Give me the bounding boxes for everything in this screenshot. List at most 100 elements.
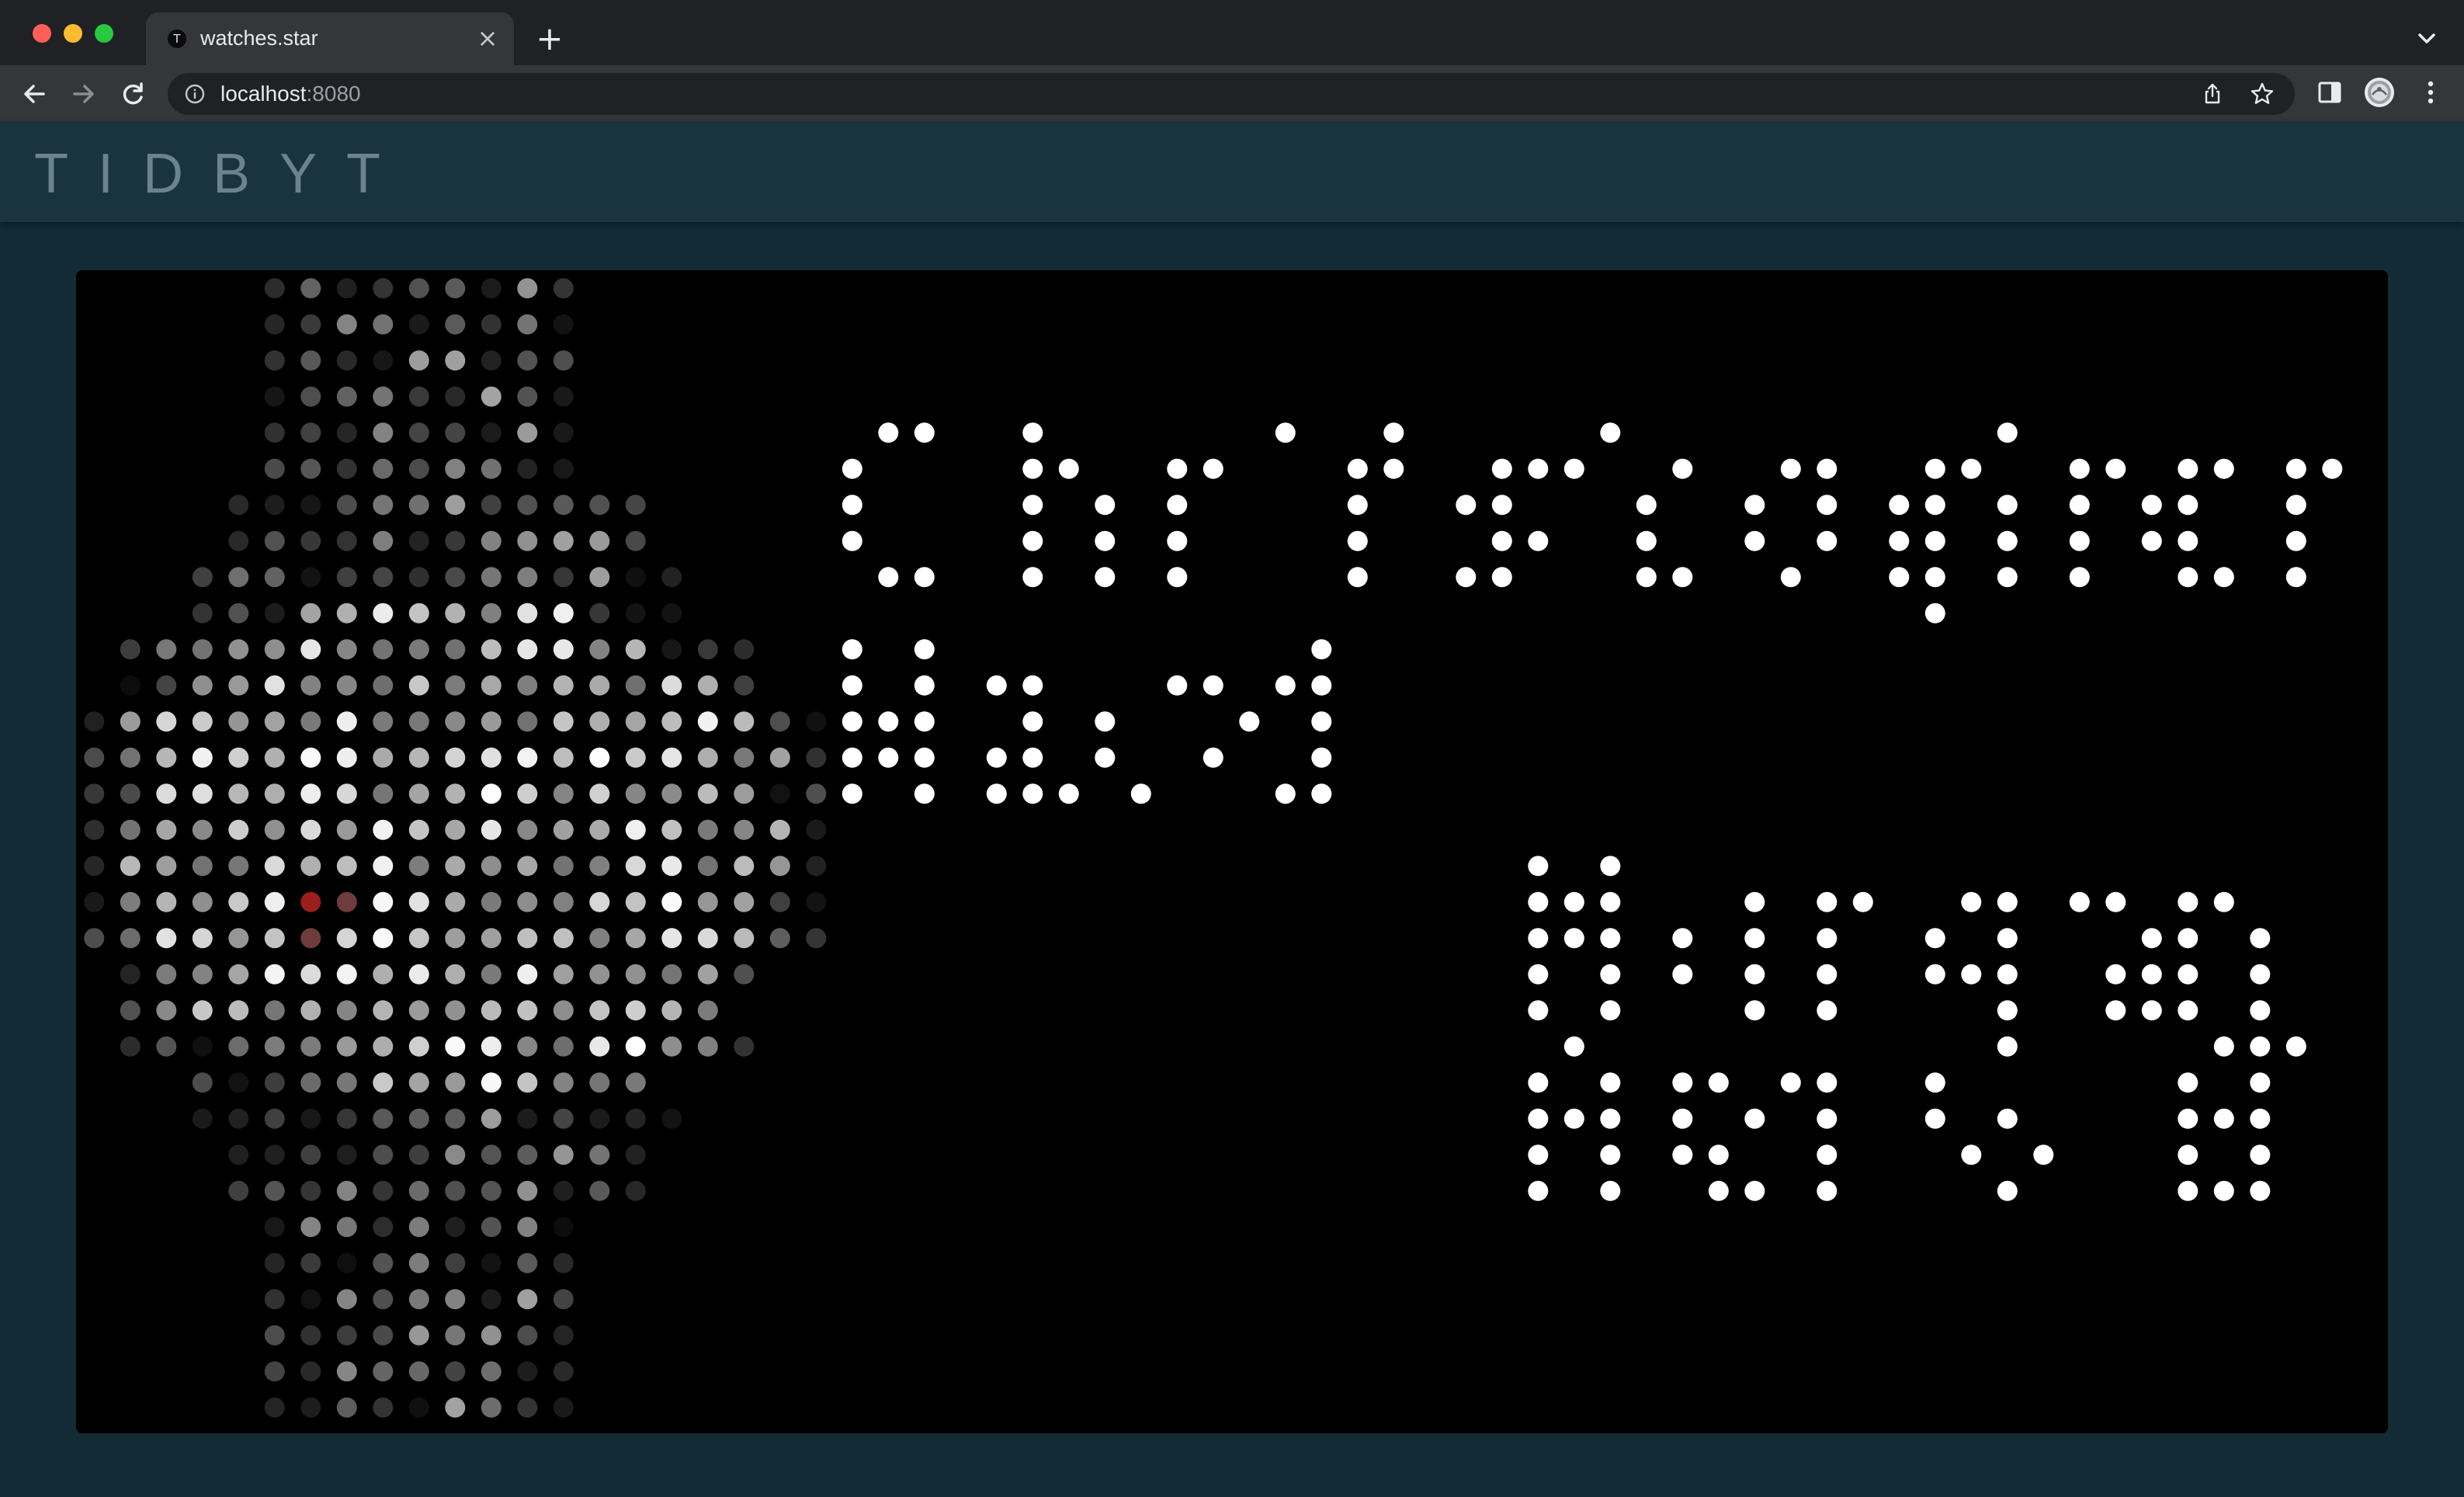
watch-image-pixel — [445, 891, 466, 912]
watch-image-pixel — [517, 964, 538, 985]
watch-image-pixel — [517, 1252, 538, 1273]
watch-image-pixel — [625, 891, 646, 912]
watch-image-pixel — [445, 603, 466, 623]
watch-image-pixel — [228, 1180, 249, 1201]
text-aero-8-pixel — [1708, 1144, 1729, 1165]
watch-image-pixel — [589, 567, 610, 588]
watch-image-pixel — [517, 639, 538, 660]
watch-image-pixel — [517, 350, 538, 371]
watch-image-pixel — [481, 603, 501, 623]
text-aero-8-pixel — [1528, 1180, 1549, 1201]
watch-image-pixel — [445, 278, 466, 299]
watch-image-pixel — [445, 1325, 466, 1346]
watch-image-pixel — [553, 567, 574, 588]
watch-image-pixel — [589, 1036, 610, 1057]
zoom-window-button[interactable] — [95, 24, 113, 43]
text-aero-8-pixel — [1744, 1180, 1765, 1201]
watch-image-pixel — [445, 1361, 466, 1382]
text-ward-pixel — [914, 639, 935, 660]
text-morgan-pixel — [1600, 964, 1621, 985]
watch-image-pixel — [625, 1180, 646, 1201]
watch-image-pixel — [264, 1217, 285, 1238]
led-matrix — [84, 278, 2343, 1418]
profile-avatar-icon[interactable] — [2362, 75, 2397, 110]
text-morgan-pixel — [1961, 891, 1982, 912]
watch-image-pixel — [300, 1036, 321, 1057]
watch-image-pixel — [336, 458, 357, 479]
minimize-window-button[interactable] — [64, 24, 82, 43]
text-aero-8-pixel — [1672, 1108, 1693, 1129]
text-ward-pixel — [842, 711, 862, 732]
text-morgan-pixel — [1672, 964, 1693, 985]
watch-image-pixel — [156, 639, 177, 660]
side-panel-icon[interactable] — [2312, 75, 2348, 110]
watch-image-pixel — [517, 1072, 538, 1093]
watch-image-pixel — [589, 819, 610, 840]
text-ward-pixel — [1022, 747, 1043, 768]
reload-icon[interactable] — [115, 76, 152, 112]
text-christopher-pixel — [2213, 458, 2234, 479]
text-aero-8-pixel — [1780, 1072, 1801, 1093]
watch-image-pixel — [336, 675, 357, 696]
back-arrow-icon[interactable] — [16, 76, 53, 112]
watch-image-pixel — [697, 639, 718, 660]
text-christopher-pixel — [2322, 458, 2343, 479]
watch-image-pixel — [445, 964, 466, 985]
text-christopher-pixel — [1383, 458, 1404, 479]
text-christopher-pixel — [1491, 530, 1512, 551]
tab-search-chevron-icon[interactable] — [2411, 23, 2442, 54]
watch-image-pixel — [228, 819, 249, 840]
close-window-button[interactable] — [33, 24, 51, 43]
text-christopher-pixel — [1167, 495, 1188, 516]
watch-image-pixel — [264, 1072, 285, 1093]
app-header: TIDBYT — [0, 121, 2464, 222]
watch-image-pixel — [481, 458, 501, 479]
share-icon[interactable] — [2200, 82, 2225, 106]
watch-image-pixel — [625, 603, 646, 623]
watch-image-pixel — [408, 1144, 429, 1165]
watch-image-pixel — [373, 422, 394, 443]
watch-image-pixel — [517, 603, 538, 623]
bookmark-star-icon[interactable] — [2250, 82, 2275, 106]
tab-close-icon[interactable]: × — [474, 24, 501, 52]
text-morgan-pixel — [1600, 928, 1621, 949]
watch-image-pixel — [84, 891, 105, 912]
address-bar[interactable]: localhost:8080 — [168, 73, 2295, 115]
watch-image-pixel — [120, 819, 141, 840]
text-aero-8-pixel — [2178, 1180, 2199, 1201]
watch-image-pixel — [481, 1144, 501, 1165]
text-ward-pixel — [1203, 747, 1223, 768]
forward-arrow-icon[interactable] — [65, 76, 102, 112]
text-ward-pixel — [1311, 783, 1332, 804]
text-aero-8-pixel — [2033, 1144, 2054, 1165]
watch-image-pixel — [336, 1144, 357, 1165]
watch-image-pixel — [553, 1000, 574, 1021]
watch-image-pixel — [373, 675, 394, 696]
watch-image-pixel — [553, 1036, 574, 1057]
watch-image-pixel — [373, 386, 394, 407]
text-aero-8-pixel — [1600, 1144, 1621, 1165]
kebab-menu-icon[interactable] — [2413, 75, 2448, 110]
new-tab-plus-icon[interactable]: + — [533, 22, 567, 56]
watch-image-pixel — [769, 928, 790, 949]
watch-image-pixel — [264, 1036, 285, 1057]
watch-image-pixel — [300, 1397, 321, 1418]
watch-image-pixel — [336, 530, 357, 551]
site-info-icon[interactable] — [185, 84, 205, 104]
watch-image-pixel — [553, 1180, 574, 1201]
watch-image-pixel — [589, 603, 610, 623]
text-christopher-pixel — [842, 495, 862, 516]
watch-image-pixel — [373, 964, 394, 985]
watch-image-pixel — [734, 675, 755, 696]
watch-image-pixel — [589, 1144, 610, 1165]
watch-image-pixel — [408, 819, 429, 840]
watch-image-pixel — [264, 964, 285, 985]
text-christopher-pixel — [914, 567, 935, 588]
watch-image-pixel — [300, 495, 321, 516]
browser-tab[interactable]: T watches.star × — [146, 12, 514, 65]
watch-image-pixel — [373, 314, 394, 335]
watch-image-pixel — [481, 639, 501, 660]
watch-image-pixel — [408, 1000, 429, 1021]
url-port: :8080 — [306, 82, 361, 106]
watch-image-pixel — [228, 1144, 249, 1165]
